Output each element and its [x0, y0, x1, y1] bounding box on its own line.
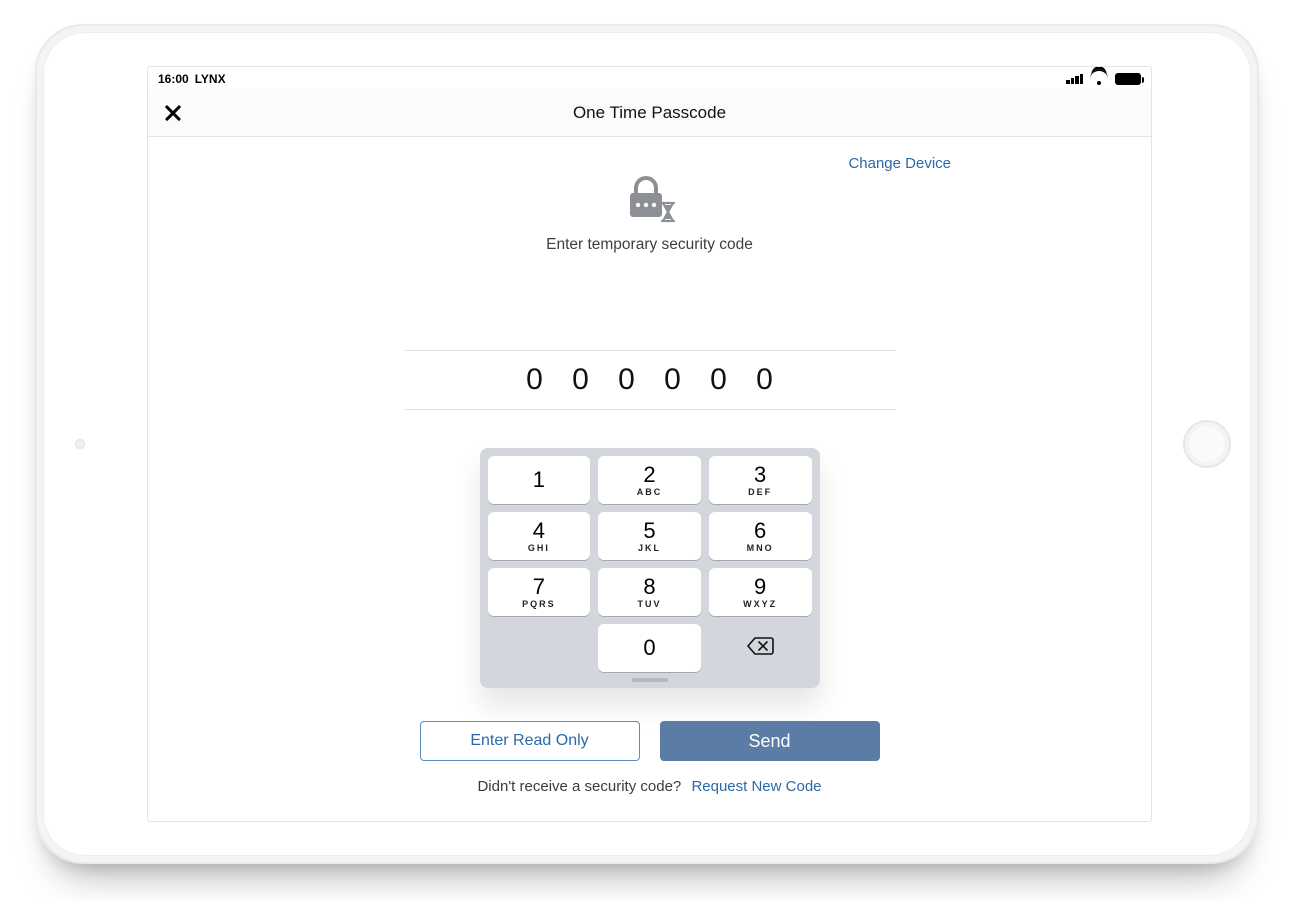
keypad-backspace[interactable] [709, 624, 812, 672]
keypad-key-5[interactable]: 5JKL [598, 512, 701, 560]
screen: 16:00 LYNX One Time Passcode Change Devi… [147, 66, 1152, 822]
keypad-key-1[interactable]: 1 [488, 456, 591, 504]
cellular-signal-icon [1066, 74, 1083, 84]
passcode-digit: 0 [524, 363, 546, 397]
passcode-input[interactable]: 0 0 0 0 0 0 [404, 350, 896, 410]
keypad-key-6[interactable]: 6MNO [709, 512, 812, 560]
keypad-key-2[interactable]: 2ABC [598, 456, 701, 504]
close-icon[interactable] [162, 102, 184, 124]
keypad-key-8[interactable]: 8TUV [598, 568, 701, 616]
change-device-link[interactable]: Change Device [848, 155, 951, 172]
front-camera-icon [75, 439, 85, 449]
enter-read-only-button[interactable]: Enter Read Only [420, 721, 640, 761]
passcode-digit: 0 [708, 363, 730, 397]
keypad-key-0[interactable]: 0 [598, 624, 701, 672]
status-time: 16:00 [158, 72, 189, 86]
content-area: Change Device [148, 137, 1151, 821]
prompt-text: Enter temporary security code [148, 236, 1151, 254]
action-buttons: Enter Read Only Send [148, 721, 1151, 761]
passcode-digit: 0 [616, 363, 638, 397]
backspace-icon [746, 636, 774, 661]
page-title: One Time Passcode [573, 103, 726, 123]
passcode-digit: 0 [662, 363, 684, 397]
footer-line: Didn't receive a security code? Request … [148, 778, 1151, 795]
device-frame: 16:00 LYNX One Time Passcode Change Devi… [35, 24, 1259, 864]
nav-bar: One Time Passcode [148, 89, 1151, 137]
numeric-keypad: 1 2ABC 3DEF 4GHI 5JKL 6MNO 7PQRS 8TUV 9W… [480, 448, 820, 688]
lock-timer-icon [623, 175, 677, 228]
keypad-blank [488, 624, 591, 672]
send-button[interactable]: Send [660, 721, 880, 761]
keypad-key-9[interactable]: 9WXYZ [709, 568, 812, 616]
footer-question: Didn't receive a security code? [477, 778, 681, 795]
request-new-code-link[interactable]: Request New Code [691, 778, 821, 795]
keypad-drag-handle-icon[interactable] [632, 678, 668, 682]
status-bar: 16:00 LYNX [148, 67, 1151, 89]
battery-icon [1115, 73, 1141, 85]
passcode-digit: 0 [570, 363, 592, 397]
status-carrier: LYNX [195, 72, 226, 86]
keypad-key-7[interactable]: 7PQRS [488, 568, 591, 616]
home-button[interactable] [1183, 420, 1231, 468]
wifi-icon [1091, 73, 1107, 85]
passcode-digit: 0 [754, 363, 776, 397]
hero: Enter temporary security code [148, 175, 1151, 254]
keypad-key-4[interactable]: 4GHI [488, 512, 591, 560]
keypad-key-3[interactable]: 3DEF [709, 456, 812, 504]
code-field-wrap: 0 0 0 0 0 0 [404, 350, 896, 410]
